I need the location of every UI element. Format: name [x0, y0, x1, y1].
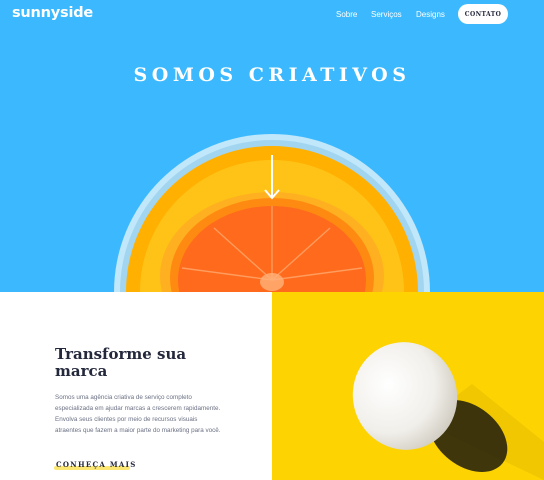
learn-more-link[interactable]: CONHEÇA MAIS	[56, 460, 137, 469]
hero-title: SOMOS CRIATIVOS	[133, 64, 411, 86]
feature-transform-brand: Transforme sua marca Somos uma agência c…	[0, 292, 272, 480]
feature-title: Transforme sua marca	[55, 345, 187, 380]
hero-section: sunnyside Sobre Serviços Designs CONTATO…	[0, 0, 544, 292]
egg-image	[352, 342, 544, 480]
egg-image-panel	[272, 292, 544, 480]
arrow-down-icon[interactable]	[264, 155, 280, 201]
contact-button[interactable]: CONTATO	[458, 4, 508, 24]
orange-bowl-image	[114, 134, 430, 292]
nav-link-designs[interactable]: Designs	[416, 10, 445, 19]
nav-link-sobre[interactable]: Sobre	[336, 10, 357, 19]
feature-body: Somos uma agência criativa de serviço co…	[55, 394, 221, 434]
nav-link-servicos[interactable]: Serviços	[371, 10, 402, 19]
